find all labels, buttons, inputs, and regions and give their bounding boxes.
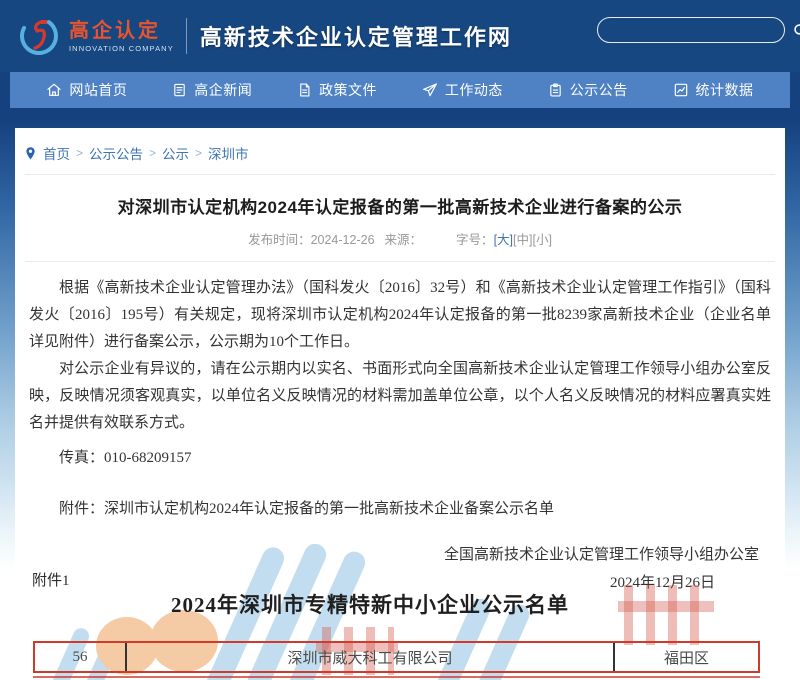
breadcrumb-separator: >	[75, 146, 84, 160]
nav-label: 工作动态	[445, 80, 503, 100]
company-name-cell: 深圳市威大科工有限公司	[125, 643, 613, 671]
article-title: 对深圳市认定机构2024年认定报备的第一批高新技术企业进行备案的公示	[15, 193, 785, 218]
activity-icon	[422, 82, 438, 98]
logo-text-en: INNOVATION COMPANY	[69, 44, 174, 53]
header-divider	[186, 18, 187, 54]
highlighted-table-row: 56 深圳市威大科工有限公司 福田区	[33, 641, 760, 673]
site-logo[interactable]: 高企认定 INNOVATION COMPANY	[16, 13, 174, 59]
font-size-small-button[interactable]: [小]	[532, 233, 551, 247]
page: 高企认定 INNOVATION COMPANY 高新技术企业认定管理工作网 网站…	[0, 0, 800, 680]
nav-item-announcement[interactable]: 公示公告	[548, 80, 628, 100]
breadcrumb-separator: >	[194, 146, 203, 160]
breadcrumb-home[interactable]: 首页	[43, 143, 70, 163]
nav-label: 网站首页	[69, 80, 127, 100]
font-size-large-button[interactable]: [大]	[494, 233, 513, 247]
publish-time-label: 发布时间：	[248, 233, 311, 247]
font-size-medium-button[interactable]: [中]	[513, 233, 532, 247]
nav-item-activity[interactable]: 工作动态	[422, 80, 503, 100]
nav-label: 统计数据	[696, 80, 754, 100]
announcement-icon	[548, 82, 563, 98]
statistics-icon	[673, 82, 689, 98]
nav-item-statistics[interactable]: 统计数据	[673, 80, 754, 100]
breadcrumb-publicity[interactable]: 公示	[162, 143, 189, 163]
home-icon	[46, 82, 62, 98]
paragraph-regulations: 根据《高新技术企业认定管理办法》（国科发火〔2016〕32号）和《高新技术企业认…	[29, 275, 771, 356]
site-title: 高新技术企业认定管理工作网	[200, 20, 512, 52]
publish-date: 2024-12-26	[311, 233, 375, 247]
search-input[interactable]	[598, 20, 792, 40]
breadcrumb-shenzhen[interactable]: 深圳市	[208, 143, 249, 163]
fax-number: 传真：010-68209157	[29, 445, 771, 472]
policy-icon	[297, 82, 312, 98]
main-nav: 网站首页 高企新闻 政策文件 工作动态	[10, 72, 790, 108]
nav-label: 政策文件	[319, 80, 377, 100]
search-box[interactable]	[597, 17, 785, 43]
breadcrumb-announcements[interactable]: 公示公告	[89, 143, 143, 163]
source-label: 来源：	[385, 233, 423, 247]
search-icon[interactable]	[792, 22, 800, 39]
font-size-label: 字号：	[456, 233, 494, 247]
logo-swoosh-icon	[16, 13, 62, 59]
news-icon	[172, 82, 187, 98]
divider	[25, 174, 775, 175]
location-pin-icon	[23, 146, 38, 161]
nav-item-home[interactable]: 网站首页	[46, 80, 127, 100]
article-meta: 发布时间：2024-12-26 来源： 字号：[大][中][小]	[15, 229, 785, 248]
attachment-label: 附件1	[32, 569, 70, 590]
breadcrumb: 首页 > 公示公告 > 公示 > 深圳市	[15, 128, 785, 174]
site-header: 高企认定 INNOVATION COMPANY 高新技术企业认定管理工作网	[0, 0, 800, 72]
nav-label: 公示公告	[570, 80, 628, 100]
nav-item-policy[interactable]: 政策文件	[297, 80, 377, 100]
logo-text-cn: 高企认定	[69, 20, 174, 42]
red-highlight-line	[33, 676, 760, 678]
nav-label: 高企新闻	[194, 80, 252, 100]
attachment-preview: 附件1 2024年深圳市专精特新中小企业公示名单 56 深圳市威大科工有限公司 …	[0, 555, 800, 680]
paragraph-objection: 对公示企业有异议的，请在公示期内以实名、书面形式向全国高新技术企业认定管理工作领…	[29, 356, 771, 437]
district-cell: 福田区	[613, 643, 758, 671]
article-body: 根据《高新技术企业认定管理办法》（国科发火〔2016〕32号）和《高新技术企业认…	[29, 275, 771, 523]
divider	[25, 261, 775, 262]
attachment-table-title: 2024年深圳市专精特新中小企业公示名单	[0, 589, 740, 619]
breadcrumb-separator: >	[148, 146, 157, 160]
attachment-link[interactable]: 附件：深圳市认定机构2024年认定报备的第一批高新技术企业备案公示名单	[29, 496, 771, 523]
row-number-cell: 56	[35, 643, 125, 671]
nav-item-news[interactable]: 高企新闻	[172, 80, 252, 100]
